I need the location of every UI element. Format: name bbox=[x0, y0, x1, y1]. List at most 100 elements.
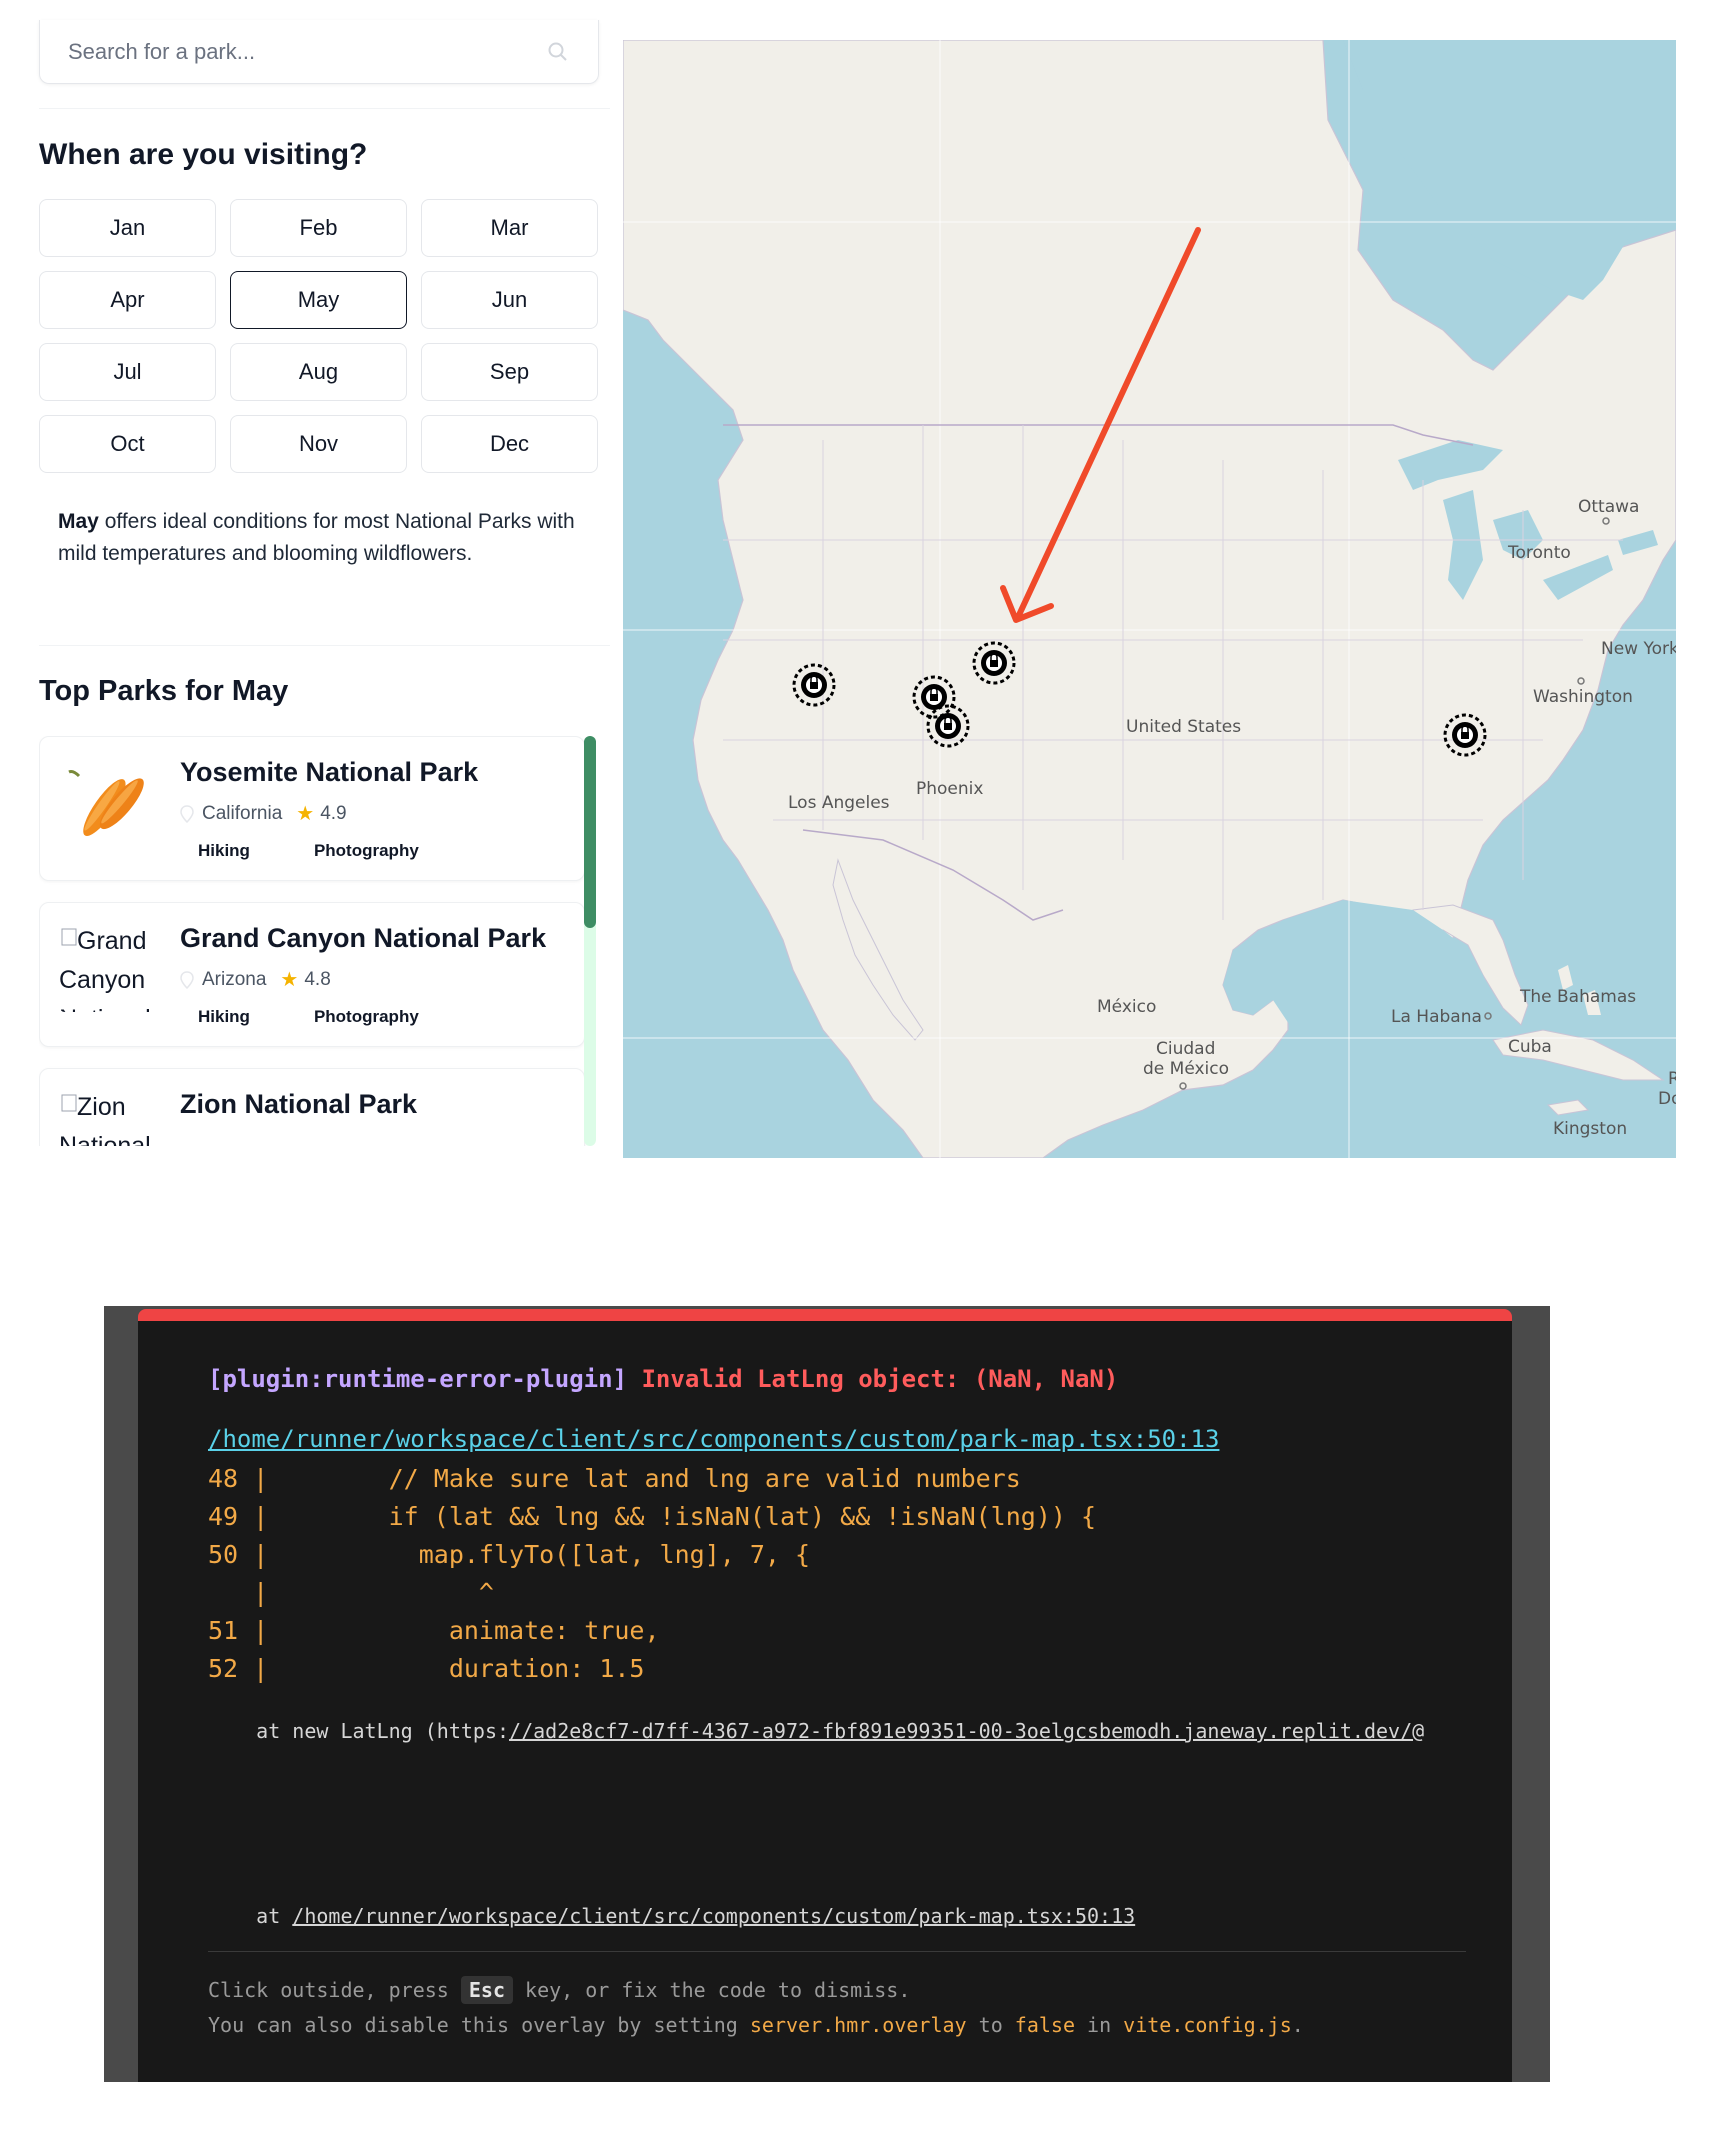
park-meta: California ★ 4.9 bbox=[180, 801, 347, 826]
broken-image-icon bbox=[61, 928, 77, 946]
map-label-washington: Washington bbox=[1533, 687, 1633, 707]
search-input[interactable] bbox=[66, 37, 544, 66]
park-card-grand-canyon[interactable]: Grand Canyon National Grand Canyon Natio… bbox=[39, 902, 585, 1047]
code-caret-line: | ^ bbox=[208, 1578, 494, 1607]
park-name[interactable]: Yosemite National Park bbox=[180, 757, 478, 788]
month-nov[interactable]: Nov bbox=[230, 415, 407, 473]
month-oct[interactable]: Oct bbox=[39, 415, 216, 473]
park-rating: 4.9 bbox=[320, 802, 347, 824]
tip-text: Click outside, press bbox=[208, 1978, 461, 2002]
park-tags: Hiking Photography bbox=[198, 1007, 483, 1027]
config-tip: You can also disable this overlay by set… bbox=[208, 2013, 1304, 2037]
park-card-zion[interactable]: Zion National Zion National Park bbox=[39, 1068, 585, 1146]
code-line: 52 | duration: 1.5 bbox=[208, 1654, 645, 1683]
map-label-ottawa: Ottawa bbox=[1578, 497, 1639, 517]
code-line: 50 | map.flyTo([lat, lng], 7, { bbox=[208, 1540, 811, 1569]
tip-text: in bbox=[1075, 2013, 1124, 2037]
config-setting: server.hmr.overlay bbox=[749, 2013, 967, 2037]
stack-link[interactable]: //ad2e8cf7-d7ff-4367-a972-fbf891e99351-0… bbox=[509, 1719, 1424, 1743]
park-tags: Hiking Photography bbox=[198, 841, 483, 861]
park-image-broken: Grand Canyon National bbox=[59, 922, 159, 1012]
esc-key: Esc bbox=[460, 1976, 513, 2004]
tip-text: . bbox=[1291, 2013, 1304, 2037]
dismiss-tip: Click outside, press Esc key, or fix the… bbox=[208, 1976, 910, 2004]
map-label-mexico: México bbox=[1097, 997, 1156, 1017]
park-name[interactable]: Grand Canyon National Park bbox=[180, 923, 546, 954]
park-list: Yosemite National Park California ★ 4.9 … bbox=[39, 736, 587, 1146]
tip-text: You can also disable this overlay by set… bbox=[208, 2013, 750, 2037]
location-pin-icon bbox=[180, 970, 194, 989]
map-canvas[interactable]: Ottawa Toronto New York Washington Unite… bbox=[623, 40, 1676, 1158]
map-label-do: Do bbox=[1658, 1089, 1676, 1109]
stack-prefix: at bbox=[208, 1904, 293, 1928]
tag: Photography bbox=[313, 1007, 419, 1026]
scrollbar-thumb[interactable] bbox=[584, 736, 596, 928]
park-rating: 4.8 bbox=[304, 968, 331, 990]
map-label-r: R bbox=[1668, 1069, 1676, 1089]
park-state: Arizona bbox=[202, 968, 267, 990]
month-aug[interactable]: Aug bbox=[230, 343, 407, 401]
map-label-de-mexico: de México bbox=[1143, 1059, 1229, 1079]
map-label-toronto: Toronto bbox=[1507, 543, 1571, 563]
description-month: May bbox=[58, 510, 99, 533]
tag: Photography bbox=[313, 841, 419, 860]
month-jun[interactable]: Jun bbox=[421, 271, 598, 329]
description-text: offers ideal conditions for most Nationa… bbox=[58, 510, 575, 565]
month-dec[interactable]: Dec bbox=[421, 415, 598, 473]
error-message: Invalid LatLng object: (NaN, NaN) bbox=[641, 1365, 1119, 1393]
park-card-yosemite[interactable]: Yosemite National Park California ★ 4.9 … bbox=[39, 736, 585, 881]
visit-heading: When are you visiting? bbox=[39, 138, 368, 171]
divider bbox=[208, 1951, 1466, 1952]
stack-link[interactable]: /home/runner/workspace/client/src/compon… bbox=[292, 1904, 1135, 1928]
month-jul[interactable]: Jul bbox=[39, 343, 216, 401]
stack-frame: at new LatLng (https://ad2e8cf7-d7ff-436… bbox=[208, 1719, 1424, 1743]
broken-image-icon bbox=[61, 1094, 77, 1112]
month-feb[interactable]: Feb bbox=[230, 199, 407, 257]
top-parks-heading: Top Parks for May bbox=[39, 675, 289, 707]
config-value: false bbox=[1014, 2013, 1075, 2037]
search-bar[interactable] bbox=[39, 20, 599, 84]
tag: Hiking bbox=[198, 1007, 250, 1026]
month-mar[interactable]: Mar bbox=[421, 199, 598, 257]
error-overlay[interactable]: [plugin:runtime-error-plugin] Invalid La… bbox=[104, 1306, 1550, 2082]
plugin-name: [plugin:runtime-error-plugin] bbox=[208, 1365, 628, 1393]
jamaica bbox=[1546, 1099, 1590, 1116]
map-label-bahamas: The Bahamas bbox=[1519, 987, 1636, 1007]
sidebar: When are you visiting? Jan Feb Mar Apr M… bbox=[0, 0, 610, 1160]
park-state: California bbox=[202, 802, 283, 824]
tip-text: to bbox=[966, 2013, 1015, 2037]
stack-prefix: at new LatLng (https: bbox=[208, 1719, 510, 1743]
month-jan[interactable]: Jan bbox=[39, 199, 216, 257]
month-may[interactable]: May bbox=[230, 271, 407, 329]
park-name[interactable]: Zion National Park bbox=[180, 1089, 417, 1120]
park-image bbox=[59, 756, 159, 846]
error-file-link[interactable]: /home/runner/workspace/client/src/compon… bbox=[208, 1425, 1219, 1453]
month-grid: Jan Feb Mar Apr May Jun Jul Aug Sep Oct … bbox=[39, 199, 599, 473]
stack-frame: at /home/runner/workspace/client/src/com… bbox=[208, 1904, 1135, 1928]
code-line: 49 | if (lat && lng && !isNaN(lat) && !i… bbox=[208, 1502, 1097, 1531]
map-label-los-angeles: Los Angeles bbox=[788, 793, 890, 813]
divider bbox=[39, 108, 610, 109]
map-label-ciudad: Ciudad bbox=[1156, 1039, 1215, 1059]
park-image-broken: Zion National bbox=[59, 1088, 159, 1146]
map-label-united-states: United States bbox=[1126, 717, 1241, 737]
month-apr[interactable]: Apr bbox=[39, 271, 216, 329]
search-icon[interactable] bbox=[544, 38, 572, 66]
map-label-phoenix: Phoenix bbox=[916, 779, 983, 799]
map-label-new-york: New York bbox=[1601, 639, 1676, 659]
error-panel: [plugin:runtime-error-plugin] Invalid La… bbox=[138, 1309, 1512, 2082]
divider bbox=[39, 645, 610, 646]
code-line: 48 | // Make sure lat and lng are valid … bbox=[208, 1464, 1021, 1493]
month-sep[interactable]: Sep bbox=[421, 343, 598, 401]
star-icon: ★ bbox=[280, 969, 299, 991]
star-icon: ★ bbox=[296, 803, 315, 825]
map-label-la-habana: La Habana bbox=[1391, 1007, 1482, 1027]
month-description: May offers ideal conditions for most Nat… bbox=[58, 506, 578, 570]
config-file: vite.config.js bbox=[1123, 2013, 1292, 2037]
map-label-cuba: Cuba bbox=[1508, 1037, 1552, 1057]
park-meta: Arizona ★ 4.8 bbox=[180, 967, 331, 992]
code-line: 51 | animate: true, bbox=[208, 1616, 660, 1645]
park-list-scrollbar[interactable] bbox=[584, 736, 596, 1146]
park-map[interactable]: Ottawa Toronto New York Washington Unite… bbox=[623, 40, 1676, 1158]
tag: Hiking bbox=[198, 841, 250, 860]
